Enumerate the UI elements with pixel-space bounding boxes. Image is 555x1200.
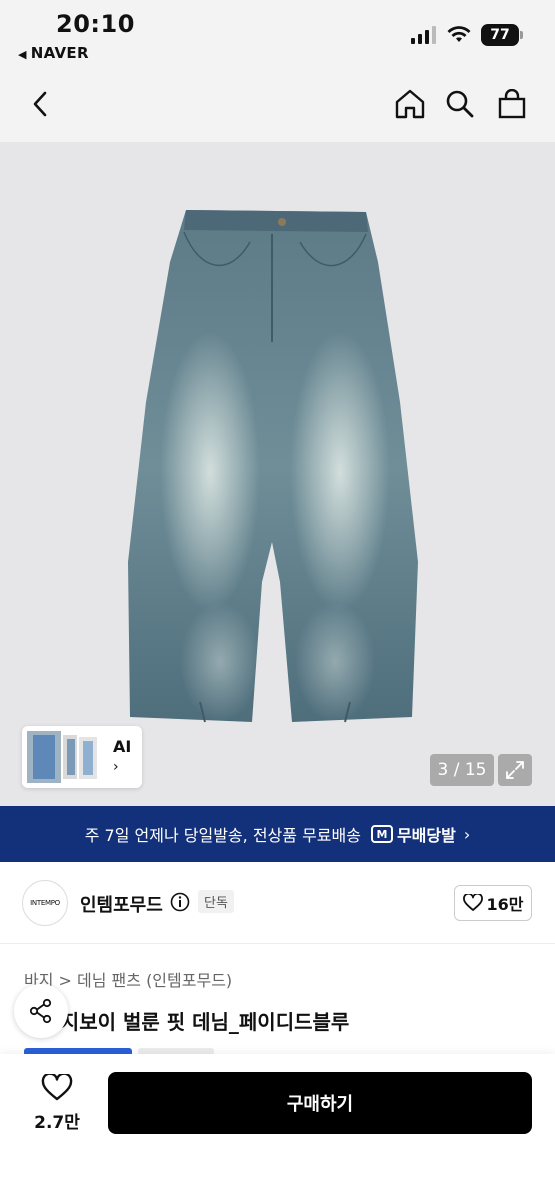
free-shipping-badge: M 무배당발 — [370, 822, 456, 846]
ai-label: AI › — [113, 737, 131, 777]
chevron-right-icon: › — [463, 824, 471, 844]
buy-button[interactable]: 구매하기 — [108, 1072, 532, 1134]
heart-icon — [462, 894, 483, 911]
share-button[interactable] — [14, 984, 68, 1038]
store-logo[interactable]: INTEMPO — [22, 880, 68, 926]
expand-button[interactable] — [498, 754, 532, 786]
back-triangle-icon: ◀ — [18, 48, 27, 61]
system-icons: 77 — [411, 24, 523, 46]
chevron-right-icon: › — [113, 759, 119, 775]
cart-button[interactable] — [492, 84, 532, 124]
home-button[interactable] — [390, 84, 430, 124]
status-bar: 20:10 ◀ NAVER 77 — [0, 0, 555, 70]
heart-icon — [41, 1072, 73, 1101]
status-time: 20:10 — [56, 10, 135, 38]
delivery-badge-icon: M — [370, 825, 393, 843]
shipping-banner-text: 주 7일 언제나 당일발송, 전상품 무료배송 — [84, 826, 361, 845]
store-name[interactable]: 인템포무드 — [80, 891, 163, 917]
wishlist-count: 2.7만 — [34, 1113, 80, 1133]
back-icon — [33, 91, 47, 117]
product-image-gallery[interactable]: AI › 3 / 15 — [0, 142, 555, 806]
thumbnail-jeans-image — [27, 731, 97, 783]
back-app-label: NAVER — [30, 44, 89, 62]
store-row: INTEMPO 인템포무드 단독 16만 — [0, 862, 555, 944]
ai-similar-card[interactable]: AI › — [22, 726, 142, 788]
wishlist-button[interactable]: 2.7만 — [22, 1072, 92, 1133]
battery-indicator: 77 — [481, 24, 523, 46]
search-icon — [446, 90, 474, 118]
search-button[interactable] — [440, 84, 480, 124]
back-button[interactable] — [20, 84, 60, 124]
top-nav-bar — [0, 70, 555, 142]
expand-icon — [506, 761, 524, 779]
info-icon[interactable] — [170, 892, 190, 912]
jeans-product-image — [128, 210, 418, 723]
home-icon — [395, 89, 425, 119]
image-counter: 3 / 15 — [430, 754, 494, 786]
bottom-action-bar: 2.7만 구매하기 — [0, 1054, 555, 1200]
back-to-app-link[interactable]: ◀ NAVER — [18, 44, 89, 62]
shopping-bag-icon — [498, 89, 526, 119]
signal-icon — [411, 26, 436, 44]
store-like-count: 16만 — [486, 895, 524, 914]
shipping-banner[interactable]: 주 7일 언제나 당일발송, 전상품 무료배송 M 무배당발 › — [0, 806, 555, 862]
store-like-button[interactable]: 16만 — [454, 885, 532, 921]
ai-text: AI — [113, 737, 132, 756]
wifi-icon — [447, 26, 471, 42]
product-title: 레이지보이 벌룬 핏 데님_페이디드블루 — [24, 1010, 350, 1034]
ai-thumbnail — [27, 731, 99, 783]
badge-label: 무배당발 — [396, 826, 456, 845]
share-icon — [29, 998, 52, 1024]
exclusive-tag: 단독 — [198, 890, 234, 913]
